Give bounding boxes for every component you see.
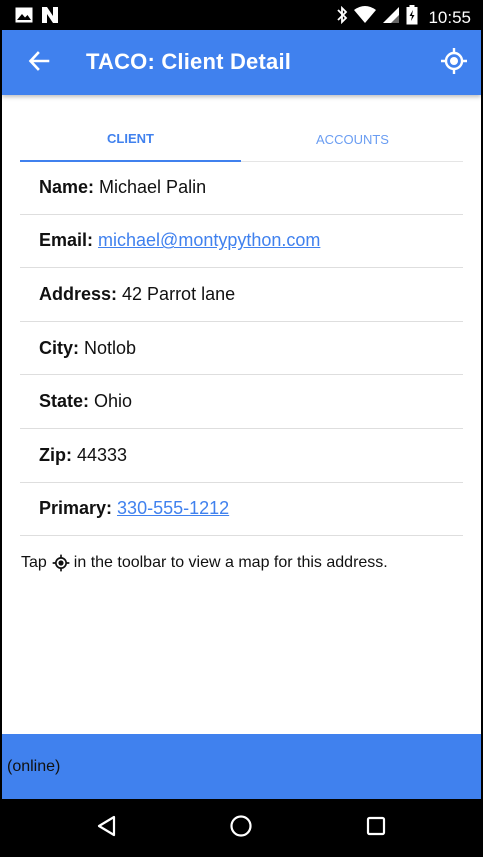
nav-home-button[interactable] [226, 813, 256, 843]
address-value: 42 Parrot lane [122, 283, 236, 304]
device-screen: 10:55 TACO: Client Detail CLIENT ACCOUNT… [0, 0, 483, 857]
name-value: Michael Palin [99, 176, 207, 197]
state-label: State: [39, 391, 90, 412]
email-label: Email: [39, 230, 94, 251]
zip-value: 44333 [77, 444, 128, 465]
detail-row-name: Name: Michael Palin [20, 161, 463, 215]
wifi-icon [354, 6, 377, 29]
n-icon [41, 7, 59, 28]
zip-label: Zip: [39, 444, 72, 465]
detail-row-city: City: Notlob [20, 322, 463, 376]
primary-phone-link[interactable]: 330-555-1212 [117, 498, 229, 519]
image-icon [15, 7, 33, 28]
detail-row-email: Email: michael@montypython.com [20, 215, 463, 269]
tab-bar: CLIENT ACCOUNTS [20, 117, 463, 162]
recents-square-icon [366, 816, 386, 841]
hint-text-after: in the toolbar to view a map for this ad… [73, 554, 388, 571]
state-value: Ohio [94, 391, 133, 412]
email-link[interactable]: michael@montypython.com [98, 230, 320, 251]
detail-row-zip: Zip: 44333 [20, 429, 463, 483]
map-hint-text: Tap in the toolbar to view a map for thi… [21, 554, 388, 572]
system-nav-bar [0, 799, 483, 857]
gps-fixed-icon [440, 47, 468, 80]
hint-text-before: Tap [21, 554, 47, 571]
primary-label: Primary: [39, 498, 113, 519]
tab-client[interactable]: CLIENT [20, 117, 241, 162]
nav-back-button[interactable] [92, 813, 122, 843]
battery-icon [406, 5, 418, 30]
footer-bar: (online) [2, 734, 481, 799]
address-label: Address: [39, 283, 118, 304]
status-bar: 10:55 [0, 0, 483, 30]
app-screen: TACO: Client Detail CLIENT ACCOUNTS Name… [2, 30, 481, 799]
name-label: Name: [39, 176, 95, 197]
back-button[interactable] [24, 48, 54, 78]
gps-fixed-icon [52, 554, 70, 572]
detail-row-address: Address: 42 Parrot lane [20, 268, 463, 322]
city-value: Notlob [84, 337, 137, 358]
city-label: City: [39, 337, 79, 358]
signal-icon [382, 6, 400, 29]
tab-accounts[interactable]: ACCOUNTS [242, 117, 463, 162]
detail-row-primary-phone: Primary: 330-555-1212 [20, 483, 463, 537]
nav-recents-button[interactable] [361, 813, 391, 843]
bluetooth-icon [336, 5, 348, 29]
page-title: TACO: Client Detail [86, 49, 292, 74]
back-triangle-icon [96, 815, 118, 842]
toolbar: TACO: Client Detail [2, 30, 481, 95]
map-location-button[interactable] [437, 46, 471, 80]
clock-time: 10:55 [428, 7, 471, 27]
arrow-left-icon [28, 50, 50, 77]
client-detail-list: Name: Michael Palin Email: michael@monty… [20, 161, 463, 537]
connection-status: (online) [7, 758, 61, 775]
home-circle-icon [229, 814, 253, 843]
detail-row-state: State: Ohio [20, 375, 463, 429]
